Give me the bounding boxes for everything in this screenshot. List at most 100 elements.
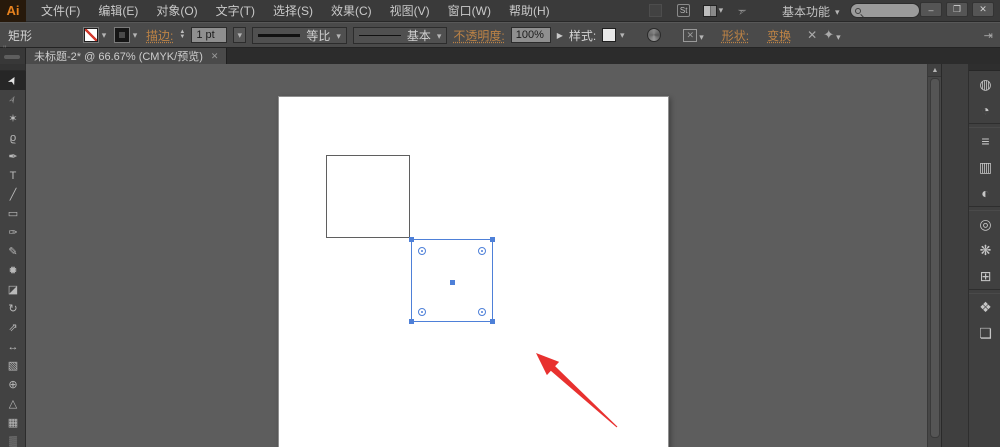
gradient-icon[interactable]: ▥ xyxy=(969,154,1000,180)
transparency-icon[interactable]: ◐ xyxy=(969,180,1000,206)
menu-item[interactable]: 视图(V) xyxy=(381,0,439,21)
brush-line-icon xyxy=(359,35,401,36)
opacity-flyout-arrow[interactable]: ▶ xyxy=(557,31,563,40)
layers-icon[interactable]: ❖ xyxy=(969,294,1000,320)
stroke-icon[interactable]: ≡ xyxy=(969,128,1000,154)
appearance-icon[interactable]: ◎ xyxy=(969,211,1000,237)
toolbar-dock-grabber[interactable] xyxy=(0,48,26,64)
perspective-grid-tool[interactable]: △ xyxy=(0,394,26,413)
main-area: ➤ ➢ ✶ ϱ ✒ T ╱ ▭ ✑ ✎ ✹ ◪ xyxy=(0,64,1000,447)
mesh-tool[interactable]: ▦ xyxy=(0,413,26,432)
share-icon[interactable]: ➣ xyxy=(733,3,751,19)
scale-tool[interactable]: ⇗ xyxy=(0,318,26,337)
close-button[interactable]: ✕ xyxy=(972,2,994,17)
paintbrush-tool[interactable]: ✑ xyxy=(0,223,26,242)
menu-item[interactable]: 文件(F) xyxy=(32,0,89,21)
right-dock: ◍ ◔ ≡ ▥ ◐ ◎ ❋ ⊞ xyxy=(941,64,1000,447)
width-tool[interactable]: ↔ xyxy=(0,337,26,356)
chevron-down-icon xyxy=(617,28,627,42)
artboards-icon[interactable]: ❏ xyxy=(969,320,1000,346)
artboard[interactable] xyxy=(278,96,669,447)
width-profile-dropdown[interactable]: 等比 xyxy=(252,27,347,44)
rectangle-tool[interactable]: ▭ xyxy=(0,204,26,223)
stroke-swatch[interactable] xyxy=(115,28,140,42)
collapse-control-bar-icon[interactable]: ⇥ xyxy=(984,29,992,42)
minimize-button[interactable]: – xyxy=(920,2,942,17)
color-icon[interactable]: ◍ xyxy=(969,71,1000,97)
style-label: 样式: xyxy=(569,27,596,44)
control-bar: 矩形 描边: ▲▼ 1 pt 等比 基本 不透明度: 100% ▶ 样式: ✕ … xyxy=(0,22,1000,48)
selection-tool[interactable]: ➤ xyxy=(0,71,26,90)
stroke-panel-link[interactable]: 描边: xyxy=(146,27,173,44)
menu-item[interactable]: 文字(T) xyxy=(207,0,264,21)
blob-brush-tool[interactable]: ✹ xyxy=(0,261,26,280)
pencil-tool[interactable]: ✎ xyxy=(0,242,26,261)
search-box[interactable] xyxy=(850,3,920,18)
workspace-switcher[interactable]: 基本功能 xyxy=(782,0,840,22)
tools-panel-header[interactable] xyxy=(0,64,25,71)
live-corner-widget-top-left[interactable] xyxy=(418,247,426,255)
selection-handle-bottom-left[interactable] xyxy=(409,319,414,324)
select-similar-icon[interactable]: ✦ xyxy=(823,27,840,43)
pen-tool[interactable]: ✒ xyxy=(0,147,26,166)
gradient-tool[interactable]: ▒ xyxy=(0,432,26,447)
chevron-down-icon xyxy=(835,4,840,18)
eraser-tool[interactable]: ◪ xyxy=(0,280,26,299)
rectangle-shape-1[interactable] xyxy=(326,155,410,238)
isolate-object-icon[interactable]: ✕ xyxy=(807,28,817,42)
shape-panel-link[interactable]: 形状: xyxy=(722,27,749,44)
shape-builder-tool[interactable]: ⊕ xyxy=(0,375,26,394)
transform-panel-link[interactable]: 变换 xyxy=(767,27,791,44)
live-corner-widget-bottom-left[interactable] xyxy=(418,308,426,316)
rotate-tool[interactable]: ↻ xyxy=(0,299,26,318)
bridge-icon[interactable]: St xyxy=(675,3,693,19)
menu-item[interactable]: 选择(S) xyxy=(264,0,322,21)
type-tool[interactable]: T xyxy=(0,166,26,185)
restore-button[interactable]: ❐ xyxy=(946,2,968,17)
menu-item[interactable]: 效果(C) xyxy=(322,0,381,21)
panel-icon-strip: ◍ ◔ ≡ ▥ ◐ ◎ ❋ ⊞ xyxy=(968,64,1000,447)
lasso-tool[interactable]: ϱ xyxy=(0,128,26,147)
menu-item[interactable]: 对象(O) xyxy=(147,0,206,21)
close-tab-icon[interactable]: ✕ xyxy=(211,51,219,62)
free-transform-tool[interactable]: ▧ xyxy=(0,356,26,375)
document-tab[interactable]: 未标题-2* @ 66.67% (CMYK/预览) ✕ xyxy=(26,48,227,64)
color-guide-icon[interactable]: ◔ xyxy=(969,97,1000,123)
stroke-weight-stepper[interactable]: ▲▼ xyxy=(179,27,185,43)
live-corner-widget-top-right[interactable] xyxy=(478,247,486,255)
style-swatch[interactable] xyxy=(602,28,627,42)
selection-handle-top-left[interactable] xyxy=(409,237,414,242)
opacity-panel-link[interactable]: 不透明度: xyxy=(453,27,504,44)
menu-item[interactable]: 窗口(W) xyxy=(439,0,500,21)
stroke-weight-dropdown[interactable] xyxy=(233,27,246,43)
search-input[interactable] xyxy=(861,5,913,16)
chevron-down-icon xyxy=(437,28,442,42)
recolor-artwork-icon[interactable] xyxy=(647,28,661,42)
brush-definition-dropdown[interactable]: 基本 xyxy=(353,27,448,44)
arrange-documents-icon[interactable] xyxy=(703,3,724,19)
magic-wand-tool[interactable]: ✶ xyxy=(0,109,26,128)
dock-header[interactable] xyxy=(969,64,1000,71)
context-label: 矩形 xyxy=(8,27,32,44)
graphic-styles-icon[interactable]: ⊞ xyxy=(969,263,1000,289)
direct-selection-tool[interactable]: ➢ xyxy=(0,90,26,109)
selection-handle-bottom-right[interactable] xyxy=(490,319,495,324)
fill-swatch[interactable] xyxy=(84,28,109,42)
chevron-down-icon xyxy=(699,28,704,43)
rectangle-shape-2-selected[interactable] xyxy=(411,239,493,322)
chevron-down-icon xyxy=(99,28,109,42)
scrollbar-thumb[interactable] xyxy=(930,78,940,438)
canvas[interactable] xyxy=(26,64,953,447)
stroke-weight-field[interactable]: 1 pt xyxy=(191,27,227,43)
selection-handle-top-right[interactable] xyxy=(490,237,495,242)
menu-item[interactable]: 编辑(E) xyxy=(89,0,147,21)
scroll-up-icon[interactable]: ▲ xyxy=(928,64,942,77)
vertical-scrollbar[interactable]: ▲ xyxy=(927,64,941,447)
line-segment-tool[interactable]: ╱ xyxy=(0,185,26,204)
profile-line-icon xyxy=(258,34,300,37)
live-corner-widget-bottom-right[interactable] xyxy=(478,308,486,316)
symbols-icon[interactable]: ❋ xyxy=(969,237,1000,263)
document-setup-icon[interactable]: ✕ xyxy=(683,28,704,43)
opacity-field[interactable]: 100% xyxy=(511,27,551,43)
menu-item[interactable]: 帮助(H) xyxy=(500,0,559,21)
